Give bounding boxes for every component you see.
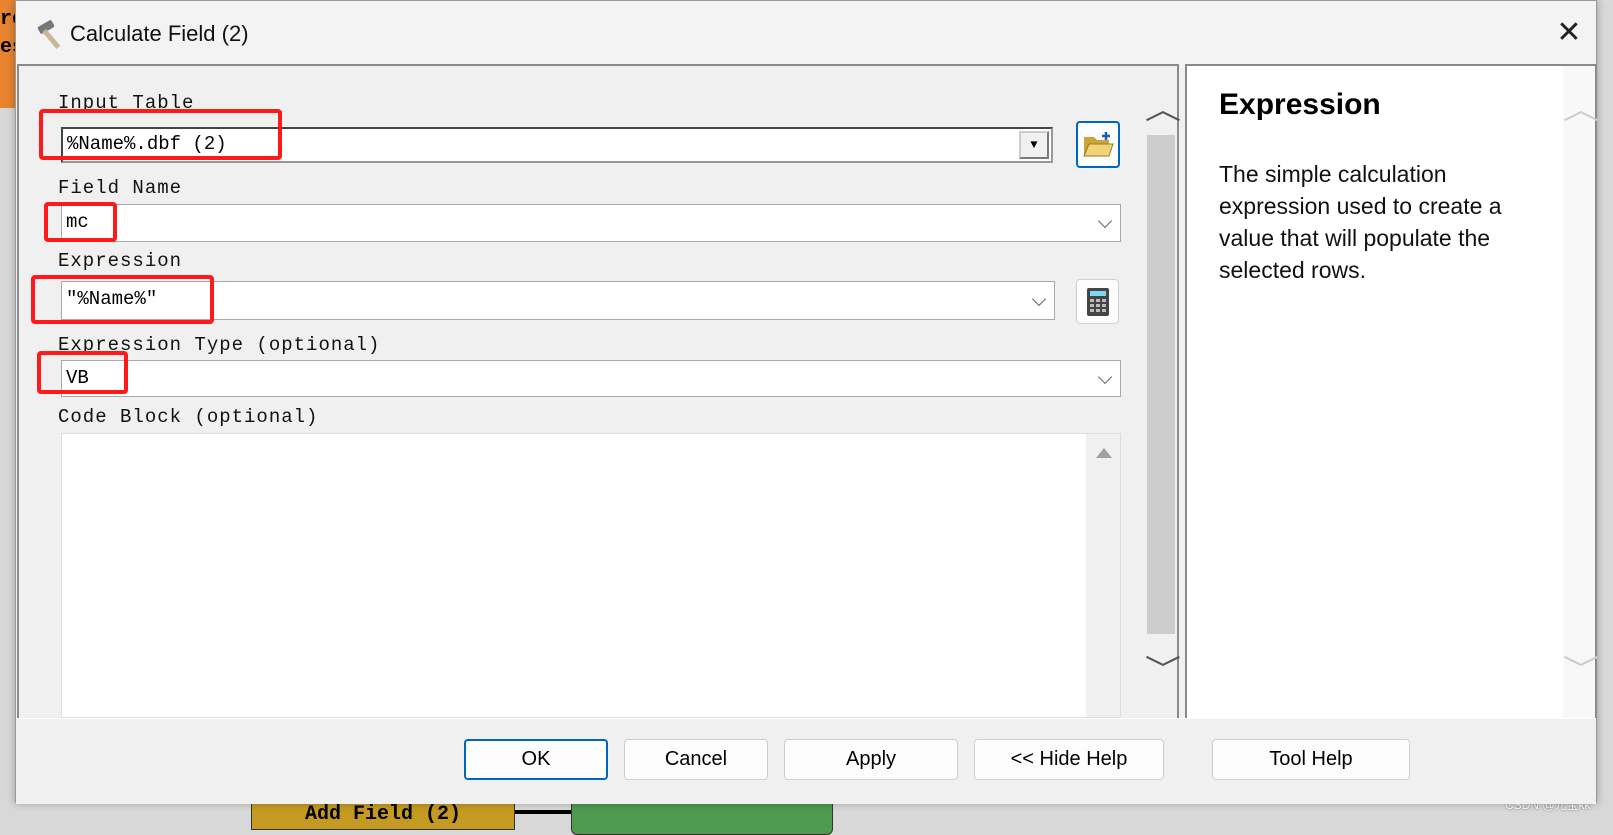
chevron-down-icon	[1097, 213, 1113, 229]
model-box-label: Add Field (2)	[304, 803, 462, 826]
highlight-box	[44, 202, 117, 242]
dropdown-button[interactable]: ▼	[1019, 131, 1049, 159]
browse-folder-button[interactable]	[1076, 121, 1120, 168]
chevron-down-icon	[1031, 291, 1047, 306]
apply-button[interactable]: Apply	[784, 739, 958, 780]
help-title: Expression	[1219, 88, 1381, 121]
help-body: The simple calculation expression used t…	[1219, 161, 1502, 283]
model-box-add-field[interactable]: Add Field (2)	[251, 800, 515, 830]
help-panel: Expression The simple calculation expres…	[1185, 64, 1599, 718]
code-block-label: Code Block (optional)	[58, 406, 319, 428]
hammer-icon	[34, 17, 68, 51]
scroll-up-chevron-icon[interactable]: ︿	[1145, 96, 1181, 124]
connector-arrow	[515, 810, 571, 814]
folder-open-icon	[1083, 131, 1114, 156]
calculate-field-dialog: Calculate Field (2) ✕ Input Table %Name%…	[15, 0, 1599, 804]
close-button[interactable]: ✕	[1551, 15, 1587, 51]
field-name-label: Field Name	[58, 177, 183, 199]
scroll-up-arrow[interactable]	[1096, 448, 1112, 458]
ok-button[interactable]: OK	[464, 739, 608, 780]
scroll-down-chevron-icon[interactable]: ﹀	[1563, 656, 1599, 684]
cancel-button[interactable]: Cancel	[624, 739, 768, 780]
highlight-box	[39, 109, 282, 160]
help-scrollbar[interactable]: ︿ ﹀	[1563, 66, 1599, 718]
tool-help-button[interactable]: Tool Help	[1212, 739, 1410, 780]
chevron-down-icon	[1097, 369, 1113, 384]
highlight-box	[37, 351, 128, 394]
scroll-down-chevron-icon[interactable]: ﹀	[1145, 656, 1181, 684]
scroll-up-chevron-icon[interactable]: ︿	[1563, 96, 1599, 124]
expression-builder-button[interactable]	[1076, 279, 1119, 324]
field-name-combo[interactable]: mc	[61, 204, 1121, 242]
calculator-icon	[1086, 287, 1109, 316]
code-block-textarea[interactable]	[61, 433, 1121, 718]
scrollbar-thumb[interactable]	[1147, 135, 1175, 634]
window-title: Calculate Field (2)	[70, 21, 249, 46]
highlight-box	[31, 275, 214, 324]
expression-label: Expression	[58, 250, 183, 272]
hide-help-button[interactable]: << Hide Help	[974, 739, 1164, 780]
code-block-scrollbar[interactable]	[1086, 434, 1120, 717]
expression-type-combo[interactable]: VB	[61, 360, 1121, 397]
title-bar: Calculate Field (2) ✕	[16, 1, 1596, 65]
parameters-scrollbar[interactable]: ︿ ﹀	[1145, 91, 1181, 691]
